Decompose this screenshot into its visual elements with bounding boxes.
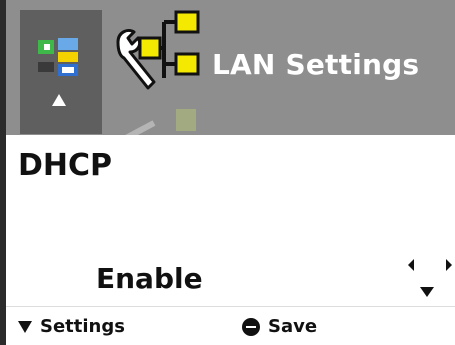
save-softkey-label: Save [268,316,318,337]
enter-button-icon [242,317,260,336]
down-triangle-icon [18,320,32,333]
up-arrow-icon [52,94,66,106]
header-bar: LAN Settings [6,0,455,135]
footer-divider [6,306,455,307]
setting-name: DHCP [18,148,113,183]
page-title: LAN Settings [212,48,420,81]
next-menu-icon [125,109,196,135]
settings-softkey-label: Settings [40,316,125,337]
settings-softkey[interactable]: Settings [18,316,125,337]
setting-value[interactable]: Enable [96,262,203,295]
device-screen: LAN Settings DHCP Enable Settings Save [0,0,455,345]
save-softkey[interactable]: Save [242,316,317,337]
network-menu-icon [38,38,78,76]
lan-network-icon [116,10,200,90]
navigation-arrows-icon[interactable] [388,255,452,301]
